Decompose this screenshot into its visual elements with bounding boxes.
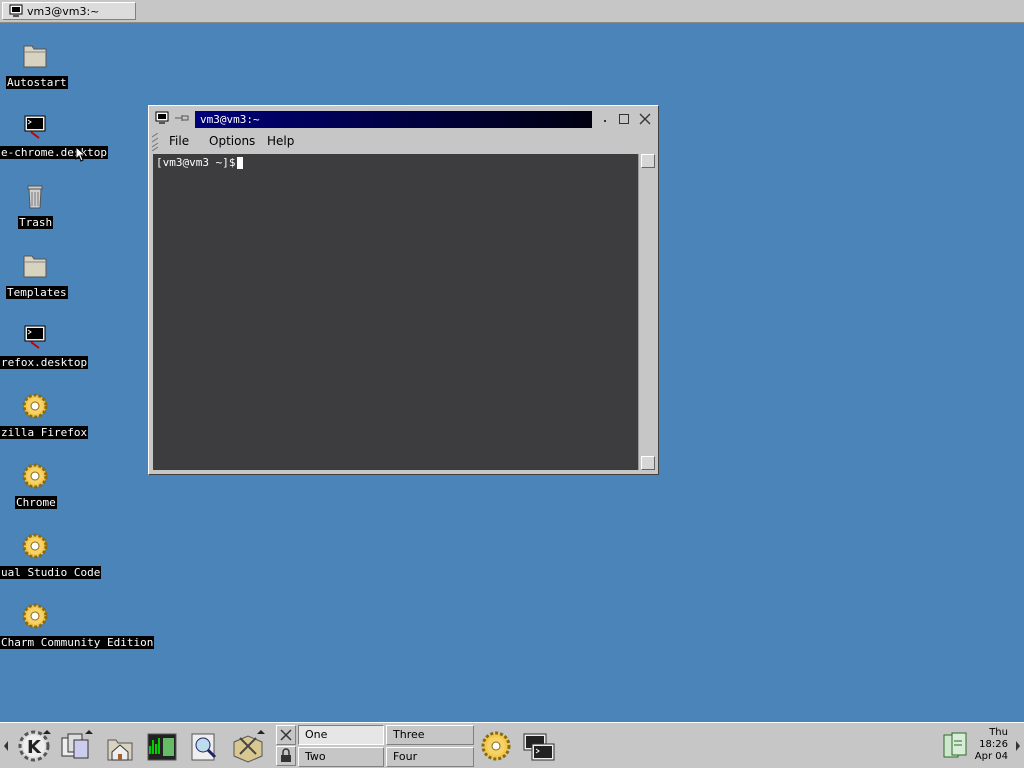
mouse-cursor-icon xyxy=(75,146,85,162)
gear-icon[interactable] xyxy=(476,726,516,766)
svg-text:K: K xyxy=(27,737,42,758)
k-menu-icon[interactable]: K xyxy=(14,726,54,766)
window-list-icon[interactable] xyxy=(56,726,96,766)
maximize-icon[interactable] xyxy=(618,113,630,125)
panel-hide-right-icon[interactable] xyxy=(1013,731,1023,761)
desktop-icon-label: Chrome xyxy=(15,496,57,509)
terminal-launcher-icon xyxy=(24,115,46,139)
desktop-button-one[interactable]: One xyxy=(298,725,384,745)
terminal-scrollbar[interactable] xyxy=(638,154,656,470)
menubar-handle-icon xyxy=(152,133,158,151)
desktop-switcher-lock[interactable] xyxy=(276,746,296,766)
desktop-icon-label: Autostart xyxy=(6,76,68,89)
search-icon[interactable] xyxy=(184,726,224,766)
desktop-icon-label: Trash xyxy=(18,216,54,229)
panel-hide-left-icon[interactable] xyxy=(1,731,11,761)
terminal-taskbar-icon[interactable] xyxy=(518,726,558,766)
gear-icon xyxy=(22,463,48,489)
folder-icon xyxy=(23,45,47,68)
network-tray-icon[interactable] xyxy=(942,731,968,761)
desktop-icon-visual-studio-code[interactable]: ual Studio Code xyxy=(0,530,150,594)
desktop-icon-pycharm[interactable]: Charm Community Edition xyxy=(0,600,155,664)
desktop-button-three[interactable]: Three xyxy=(386,725,474,745)
close-icon[interactable] xyxy=(639,113,651,125)
desktop-icon-autostart[interactable]: Autostart xyxy=(0,40,150,104)
desktop-icon-label: e-chrome.desktop xyxy=(0,146,108,159)
tools-package-icon[interactable] xyxy=(228,726,268,766)
desktop-icon-label: zilla Firefox xyxy=(0,426,89,439)
scrollbar-thumb-bottom[interactable] xyxy=(641,456,655,470)
menu-help[interactable]: Help xyxy=(267,134,294,148)
menu-bar: File Options Help xyxy=(151,131,656,153)
desktop-icon-label: Charm Community Edition xyxy=(0,636,155,649)
desktop-icon-trash[interactable]: Trash xyxy=(0,180,150,244)
taskbar-task-terminal[interactable]: vm3@vm3:~ xyxy=(2,2,136,20)
close-icon xyxy=(280,729,292,741)
pin-icon[interactable] xyxy=(174,113,190,123)
menu-file[interactable]: File xyxy=(169,134,189,148)
desktop-icon-chrome[interactable]: Chrome xyxy=(0,460,150,524)
home-folder-icon[interactable] xyxy=(100,726,140,766)
desktop-icon-firefox-desktop[interactable]: refox.desktop xyxy=(0,320,150,384)
bottom-panel: K One Two Three Four Thu 18:26 Apr 04 xyxy=(0,722,1024,768)
clock-date: Apr 04 xyxy=(974,751,1008,762)
trash-icon xyxy=(27,185,43,209)
terminal-output[interactable]: [vm3@vm3 ~]$ xyxy=(153,154,638,470)
gear-icon xyxy=(22,603,48,629)
taskbar-task-label: vm3@vm3:~ xyxy=(27,4,100,18)
desktop-icon-label: refox.desktop xyxy=(0,356,89,369)
menu-options[interactable]: Options xyxy=(209,134,255,148)
terminal-icon xyxy=(9,4,23,17)
scrollbar-thumb-top[interactable] xyxy=(641,154,655,168)
top-taskbar: vm3@vm3:~ xyxy=(0,0,1024,23)
desktop-icon-templates[interactable]: Templates xyxy=(0,250,150,314)
text-cursor xyxy=(237,157,244,169)
desktop-icon-label: Templates xyxy=(6,286,68,299)
minimize-icon[interactable] xyxy=(599,113,611,125)
clock[interactable]: Thu 18:26 Apr 04 xyxy=(968,727,1008,763)
system-monitor-icon[interactable] xyxy=(142,726,182,766)
gear-icon xyxy=(22,533,48,559)
gear-icon xyxy=(22,393,48,419)
desktop-icon-chrome-desktop[interactable]: e-chrome.desktop xyxy=(0,110,150,174)
terminal-launcher-icon xyxy=(24,325,46,349)
window-titlebar[interactable]: vm3@vm3:~ xyxy=(151,108,656,130)
desktop-button-four[interactable]: Four xyxy=(386,747,474,767)
terminal-window[interactable]: vm3@vm3:~ File Options Help [vm3@vm3 ~]$ xyxy=(148,105,659,475)
folder-icon xyxy=(23,255,47,278)
desktop-icon-label: ual Studio Code xyxy=(0,566,102,579)
clock-time: 18:26 xyxy=(979,739,1008,750)
desktop-switcher-close[interactable] xyxy=(276,725,296,745)
clock-day: Thu xyxy=(989,727,1008,738)
lock-icon xyxy=(281,748,291,762)
desktop-icon-mozilla-firefox[interactable]: zilla Firefox xyxy=(0,390,150,454)
window-title: vm3@vm3:~ xyxy=(195,111,592,128)
desktop-button-two[interactable]: Two xyxy=(298,747,384,767)
window-menu-icon[interactable] xyxy=(155,111,169,125)
terminal-prompt: [vm3@vm3 ~]$ xyxy=(156,156,236,169)
